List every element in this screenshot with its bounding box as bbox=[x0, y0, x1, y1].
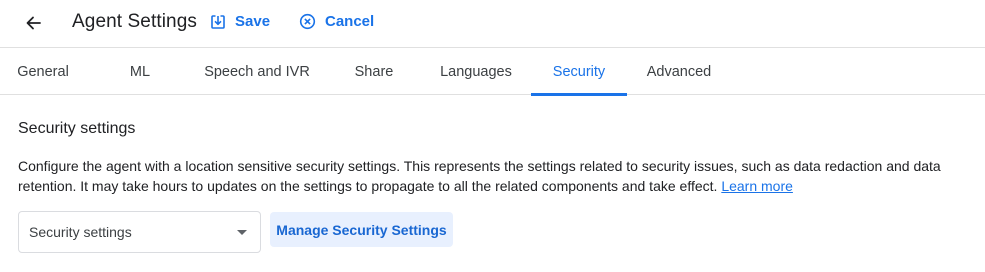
security-settings-select[interactable]: Security settings bbox=[18, 211, 261, 253]
dropdown-arrow-icon bbox=[237, 230, 247, 235]
manage-security-settings-button[interactable]: Manage Security Settings bbox=[270, 212, 453, 247]
section-title: Security settings bbox=[18, 120, 136, 137]
save-icon bbox=[211, 14, 225, 29]
tab-label: Share bbox=[354, 63, 394, 80]
learn-more-link[interactable]: Learn more bbox=[721, 178, 793, 194]
tab-security[interactable]: Security bbox=[531, 48, 627, 96]
tab-label: ML bbox=[129, 63, 151, 80]
page-title: Agent Settings bbox=[72, 11, 197, 32]
back-button[interactable] bbox=[20, 10, 46, 36]
tab-label: Languages bbox=[440, 63, 512, 80]
tab-label: Speech and IVR bbox=[204, 63, 310, 80]
cancel-button[interactable]: Cancel bbox=[299, 13, 374, 30]
arrow-back-icon bbox=[26, 16, 41, 30]
tab-speech-and-ivr[interactable]: Speech and IVR bbox=[194, 48, 320, 95]
tab-bar: General ML Speech and IVR Share Language… bbox=[0, 47, 985, 96]
tab-label: Security bbox=[552, 63, 606, 80]
cancel-circle-icon bbox=[299, 13, 316, 30]
description-text: Configure the agent with a location sens… bbox=[18, 158, 941, 194]
tab-general[interactable]: General bbox=[0, 48, 86, 95]
tab-share[interactable]: Share bbox=[330, 48, 418, 95]
tab-ml[interactable]: ML bbox=[96, 48, 184, 95]
tab-label: Advanced bbox=[646, 63, 712, 80]
section-description: Configure the agent with a location sens… bbox=[18, 157, 968, 196]
select-placeholder: Security settings bbox=[29, 224, 132, 240]
tab-advanced[interactable]: Advanced bbox=[634, 48, 724, 95]
cancel-label: Cancel bbox=[325, 13, 375, 30]
save-button[interactable]: Save bbox=[210, 13, 270, 30]
top-app-bar: Agent Settings Save Cancel bbox=[0, 0, 985, 47]
tab-label: General bbox=[17, 63, 69, 80]
tab-languages[interactable]: Languages bbox=[428, 48, 524, 95]
save-label: Save bbox=[235, 13, 271, 30]
